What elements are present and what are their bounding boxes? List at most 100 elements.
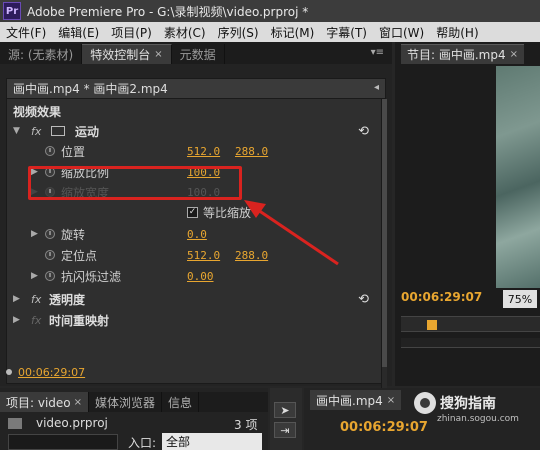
- tools-panel: ➤ ⇥: [270, 388, 302, 450]
- menu-sequence[interactable]: 序列(S): [212, 24, 265, 41]
- tab-project-label: 项目: video: [6, 395, 71, 410]
- effect-motion-row[interactable]: ▼ fx 运动 ⟲: [7, 121, 379, 141]
- zoom-level-select[interactable]: 75%: [503, 290, 537, 308]
- effect-controls-panel: 源: (无素材) 特效控制台 × 元数据 ▾≡ 画中画.mp4 * 画中画2.mp…: [0, 42, 392, 389]
- tab-info-label: 信息: [168, 395, 193, 410]
- title-bar: Pr Adobe Premiere Pro - G:\录制视频\video.pr…: [0, 0, 540, 22]
- effect-opacity-label: 透明度: [49, 292, 86, 307]
- menu-clip[interactable]: 素材(C): [158, 24, 212, 41]
- selection-tool-icon[interactable]: ➤: [274, 402, 296, 418]
- window-title: Adobe Premiere Pro - G:\录制视频\video.prpro…: [27, 4, 309, 19]
- program-timecode[interactable]: 00:06:29:07: [401, 290, 482, 304]
- anchor-y-value[interactable]: 288.0: [235, 249, 268, 262]
- tab-source[interactable]: 源: (无素材): [0, 44, 83, 64]
- program-time-ruler[interactable]: [401, 316, 540, 332]
- fx-icon[interactable]: fx: [31, 293, 41, 306]
- folder-icon: [8, 417, 22, 429]
- project-panel-tabs: 项目: video × 媒体浏览器 信息: [0, 392, 268, 412]
- property-anchor-label: 定位点: [61, 248, 98, 263]
- effect-opacity-row[interactable]: ▶ fx 透明度 ⟲: [7, 289, 379, 309]
- scrollbar-thumb[interactable]: [382, 99, 387, 367]
- menu-title[interactable]: 字幕(T): [320, 24, 373, 41]
- project-search-input[interactable]: [8, 434, 118, 450]
- expand-triangle-icon[interactable]: ▶: [13, 315, 20, 325]
- tab-timeline-label: 画中画.mp4: [316, 393, 383, 408]
- property-anchor-row: 定位点 512.0 288.0: [7, 245, 379, 265]
- uniform-scale-row: ✓ 等比缩放: [7, 202, 379, 222]
- menu-marker[interactable]: 标记(M): [265, 24, 321, 41]
- expand-triangle-icon[interactable]: ▶: [13, 294, 20, 304]
- premiere-logo-icon: Pr: [3, 2, 21, 20]
- rotation-value[interactable]: 0.0: [187, 228, 207, 241]
- project-file-row: video.prproj: [8, 416, 108, 430]
- menu-file[interactable]: 文件(F): [0, 24, 52, 41]
- tab-program-label: 节目: 画中画.mp4: [407, 48, 506, 62]
- track-select-tool-icon[interactable]: ⇥: [274, 422, 296, 438]
- clip-name: 画中画.mp4 * 画中画2.mp4: [13, 82, 168, 96]
- menu-help[interactable]: 帮助(H): [430, 24, 484, 41]
- section-video-effects: 视频效果: [13, 105, 62, 119]
- stopwatch-icon[interactable]: [45, 146, 55, 156]
- stopwatch-icon[interactable]: [45, 271, 55, 281]
- project-file-name: video.prproj: [36, 416, 108, 430]
- property-position-row: 位置 512.0 288.0: [7, 141, 379, 161]
- stopwatch-icon[interactable]: [45, 250, 55, 260]
- effect-time-remap-row[interactable]: ▶ fx 时间重映射: [7, 310, 379, 330]
- entry-label: 入口:: [128, 436, 157, 450]
- expand-triangle-icon[interactable]: ▶: [31, 271, 38, 281]
- menu-bar: 文件(F) 编辑(E) 项目(P) 素材(C) 序列(S) 标记(M) 字幕(T…: [0, 22, 540, 42]
- motion-transform-icon[interactable]: [51, 126, 65, 136]
- sogou-logo-icon: [414, 392, 436, 414]
- flicker-value[interactable]: 0.00: [187, 270, 214, 283]
- vertical-scrollbar[interactable]: [381, 99, 387, 389]
- close-icon[interactable]: ×: [510, 49, 518, 60]
- expand-triangle-icon[interactable]: ▼: [13, 126, 20, 136]
- program-video-frame: [496, 66, 540, 288]
- stopwatch-icon[interactable]: [45, 229, 55, 239]
- close-icon[interactable]: ×: [74, 397, 82, 408]
- menu-window[interactable]: 窗口(W): [373, 24, 430, 41]
- tab-effect-controls[interactable]: 特效控制台 ×: [82, 44, 172, 64]
- entry-select[interactable]: 全部: [162, 433, 262, 450]
- collapse-timeline-icon[interactable]: ◂: [374, 82, 379, 93]
- close-icon[interactable]: ×: [387, 395, 395, 406]
- tab-timeline[interactable]: 画中画.mp4 ×: [310, 390, 402, 410]
- tab-source-label: 源: (无素材): [8, 47, 74, 62]
- highlight-box: [28, 166, 242, 200]
- effect-controls-timebar: 00:06:29:07: [6, 364, 386, 380]
- tab-project[interactable]: 项目: video ×: [0, 392, 90, 412]
- position-y-value[interactable]: 288.0: [235, 145, 268, 158]
- playhead-icon[interactable]: [427, 320, 437, 330]
- tab-effect-controls-label: 特效控制台: [90, 48, 151, 62]
- reset-icon[interactable]: ⟲: [358, 124, 369, 139]
- anchor-x-value[interactable]: 512.0: [187, 249, 220, 262]
- position-x-value[interactable]: 512.0: [187, 145, 220, 158]
- close-icon[interactable]: ×: [154, 49, 162, 60]
- property-flicker-label: 抗闪烁过滤: [61, 269, 122, 284]
- watermark-text: 搜狗指南: [440, 396, 496, 412]
- playhead-dot-icon: [6, 369, 12, 375]
- clip-name-bar: 画中画.mp4 * 画中画2.mp4 ◂: [7, 79, 385, 99]
- menu-edit[interactable]: 编辑(E): [52, 24, 105, 41]
- program-zoom-bar[interactable]: [401, 338, 540, 348]
- tab-program[interactable]: 节目: 画中画.mp4 ×: [401, 44, 525, 64]
- property-rotation-label: 旋转: [61, 227, 86, 242]
- expand-triangle-icon[interactable]: ▶: [31, 229, 38, 239]
- uniform-scale-checkbox[interactable]: ✓: [187, 206, 198, 218]
- current-time-display[interactable]: 00:06:29:07: [18, 366, 85, 379]
- program-monitor-panel: 节目: 画中画.mp4 × 00:06:29:07 75%: [395, 42, 540, 386]
- timeline-timecode[interactable]: 00:06:29:07: [340, 420, 428, 435]
- menu-project[interactable]: 项目(P): [105, 24, 158, 41]
- tab-media-browser[interactable]: 媒体浏览器: [89, 392, 163, 412]
- tab-media-browser-label: 媒体浏览器: [95, 395, 156, 410]
- tab-info[interactable]: 信息: [162, 392, 200, 412]
- fx-icon[interactable]: fx: [31, 125, 41, 138]
- watermark-url: zhinan.sogou.com: [437, 414, 519, 424]
- item-count: 3 项: [234, 418, 258, 432]
- effect-time-remap-label: 时间重映射: [49, 313, 110, 328]
- reset-icon[interactable]: ⟲: [358, 292, 369, 307]
- panel-menu-icon[interactable]: ▾≡: [371, 47, 384, 58]
- fx-icon: fx: [31, 313, 42, 327]
- property-rotation-row: ▶ 旋转 0.0: [7, 224, 379, 244]
- tab-metadata[interactable]: 元数据: [172, 44, 225, 64]
